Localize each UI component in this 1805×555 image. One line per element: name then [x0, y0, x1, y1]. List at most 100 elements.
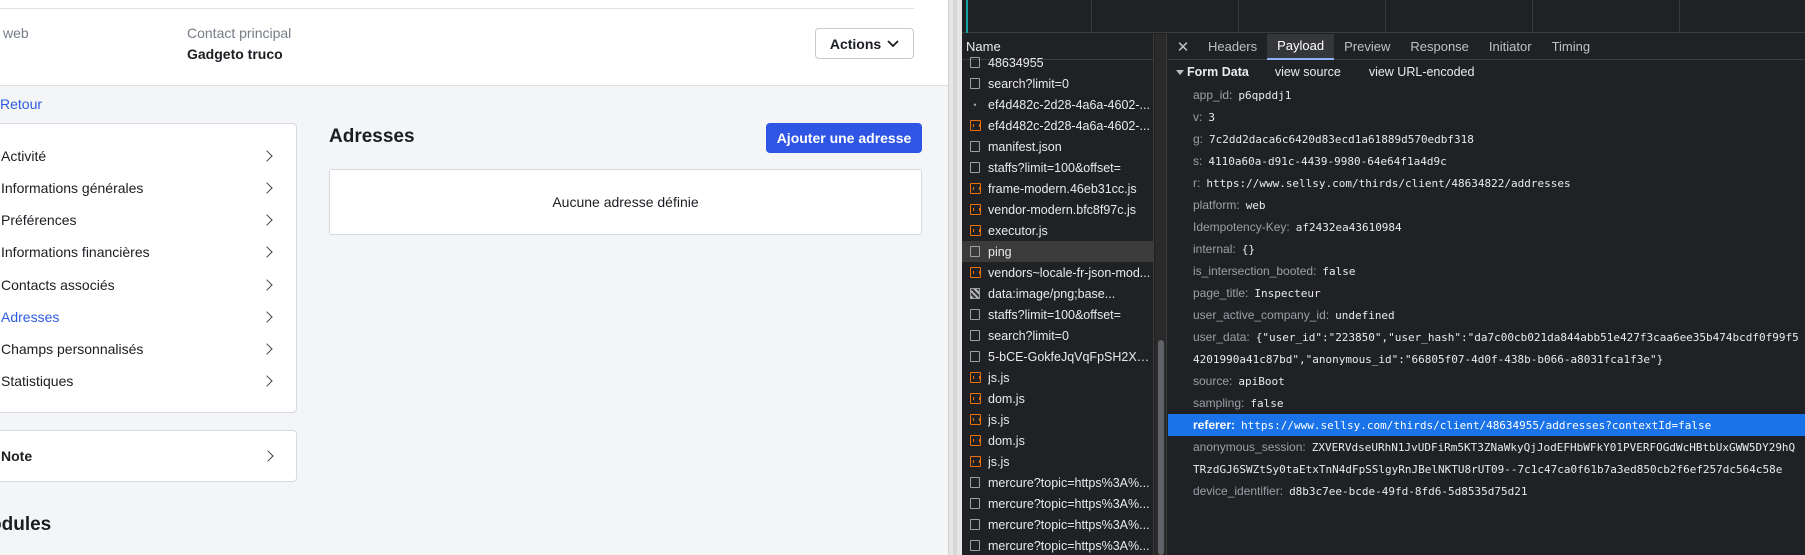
note-card[interactable]: Note	[0, 430, 297, 482]
form-data-key: page_title:	[1193, 286, 1249, 300]
request-row[interactable]: ping	[962, 241, 1153, 262]
request-row[interactable]: dom.js	[962, 430, 1153, 451]
request-row[interactable]: search?limit=0	[962, 325, 1153, 346]
document-icon	[970, 141, 980, 152]
close-icon[interactable]: ✕	[1168, 38, 1198, 56]
scrollbar-thumb[interactable]	[1158, 340, 1164, 555]
request-row[interactable]: mercure?topic=https%3A%...	[962, 493, 1153, 514]
form-data-row[interactable]: internal: {}	[1168, 238, 1805, 260]
form-data-row[interactable]: app_id: p6qpddj1	[1168, 84, 1805, 106]
menu-item-statistiques[interactable]: Statistiques	[1, 367, 291, 395]
form-data-value: 3	[1208, 110, 1215, 124]
form-data-key: anonymous_session:	[1193, 440, 1306, 454]
timeline-marker	[966, 0, 968, 33]
pane-resize-handle[interactable]	[948, 0, 962, 555]
request-name: data:image/png;base...	[988, 286, 1116, 301]
triangle-down-icon	[1176, 69, 1184, 75]
menu-item-informations-financieres[interactable]: Informations financières	[1, 238, 291, 266]
form-data-row[interactable]: referer: https://www.sellsy.com/thirds/cl…	[1168, 414, 1805, 436]
request-row[interactable]: mercure?topic=https%3A%...	[962, 535, 1153, 555]
tab-payload[interactable]: Payload	[1267, 34, 1335, 60]
network-timeline[interactable]	[962, 0, 1805, 33]
add-address-button[interactable]: Ajouter une adresse	[766, 123, 922, 153]
request-row[interactable]: staffs?limit=100&offset=	[962, 157, 1153, 178]
web-label: web	[3, 25, 29, 41]
form-data-row[interactable]: g: 7c2dd2daca6c6420d83ecd1a61889d570edbf3…	[1168, 128, 1805, 150]
form-data-header[interactable]: Form Data view source view URL-encoded	[1168, 60, 1805, 84]
request-list: Name 48634955 search?limit=0 • ef4d482c-2d2…	[962, 34, 1154, 555]
form-data-row[interactable]: device_identifier: d8b3c7ee-bcde-49fd-8fd…	[1168, 480, 1805, 502]
form-data-row[interactable]: anonymous_session: ZXVERVdseURhN1JvUDFiRm…	[1168, 436, 1805, 458]
addresses-empty-state: Aucune adresse définie	[329, 169, 922, 235]
document-icon	[970, 519, 980, 530]
request-row[interactable]: 5-bCE-GokfeJqVqFpSH2Xc...	[962, 346, 1153, 367]
tab-preview[interactable]: Preview	[1334, 34, 1400, 60]
request-row[interactable]: • ef4d482c-2d28-4a6a-4602-...	[962, 94, 1153, 115]
form-data-row[interactable]: source: apiBoot	[1168, 370, 1805, 392]
tab-headers[interactable]: Headers	[1198, 34, 1267, 60]
form-data-value: af2432ea43610984	[1295, 220, 1402, 234]
actions-dropdown-button[interactable]: Actions	[815, 28, 914, 59]
contact-value[interactable]: Gadgeto truco	[187, 46, 283, 62]
menu-item-label: Statistiques	[1, 373, 74, 389]
request-list-scrollbar[interactable]	[1155, 34, 1167, 555]
form-data-row[interactable]: page_title: Inspecteur	[1168, 282, 1805, 304]
form-data-row[interactable]: sampling: false	[1168, 392, 1805, 414]
request-row[interactable]: mercure?topic=https%3A%...	[962, 472, 1153, 493]
menu-item-activite[interactable]: Activité	[1, 142, 291, 170]
request-row[interactable]: ef4d482c-2d28-4a6a-4602-...	[962, 115, 1153, 136]
request-row[interactable]: js.js	[962, 367, 1153, 388]
request-row[interactable]: staffs?limit=100&offset=	[962, 304, 1153, 325]
back-link[interactable]: Retour	[0, 96, 42, 112]
request-row[interactable]: 48634955	[962, 52, 1153, 73]
request-row[interactable]: vendor-modern.bfc8f97c.js	[962, 199, 1153, 220]
menu-item-champs-personnalises[interactable]: Champs personnalisés	[1, 335, 291, 363]
request-row[interactable]: executor.js	[962, 220, 1153, 241]
menu-item-preferences[interactable]: Préférences	[1, 206, 291, 234]
request-row[interactable]: search?limit=0	[962, 73, 1153, 94]
chevron-right-icon	[261, 246, 273, 258]
form-data-row[interactable]: TRzdGJ6SWZtSy0taEtxTnN4dFpSSlgyRnJBelNKT…	[1168, 458, 1805, 480]
form-data-row[interactable]: s: 4110a60a-d91c-4439-9980-64e64f1a4d9c	[1168, 150, 1805, 172]
form-data-row[interactable]: 4201990a41c87bd","anonymous_id":"66805f0…	[1168, 348, 1805, 370]
request-name: staffs?limit=100&offset=	[988, 307, 1121, 322]
form-data-row[interactable]: r: https://www.sellsy.com/thirds/client/4…	[1168, 172, 1805, 194]
request-detail: ✕ Headers Payload Preview Response Initi…	[1168, 34, 1805, 555]
form-data-key: sampling:	[1193, 396, 1245, 410]
form-data-value: Inspecteur	[1254, 286, 1321, 300]
menu-item-label: Informations générales	[1, 180, 144, 196]
menu-item-contacts-associes[interactable]: Contacts associés	[1, 271, 291, 299]
form-data-row[interactable]: Idempotency-Key: af2432ea43610984	[1168, 216, 1805, 238]
menu-item-adresses[interactable]: Adresses	[1, 303, 291, 331]
view-url-encoded-link[interactable]: view URL-encoded	[1369, 65, 1475, 79]
document-icon	[970, 498, 980, 509]
request-name: ef4d482c-2d28-4a6a-4602-...	[988, 118, 1150, 133]
tab-timing[interactable]: Timing	[1542, 34, 1601, 60]
form-data-key: platform:	[1193, 198, 1240, 212]
request-row[interactable]: dom.js	[962, 388, 1153, 409]
request-name: search?limit=0	[988, 328, 1069, 343]
document-icon	[970, 162, 980, 173]
request-row[interactable]: frame-modern.46eb31cc.js	[962, 178, 1153, 199]
actions-label: Actions	[829, 35, 882, 52]
view-source-link[interactable]: view source	[1275, 65, 1341, 79]
form-data-row[interactable]: v: 3	[1168, 106, 1805, 128]
chevron-right-icon	[262, 450, 274, 462]
form-data-row[interactable]: user_data: {"user_id":"223850","user_hash…	[1168, 326, 1805, 348]
menu-item-informations-generales[interactable]: Informations générales	[1, 174, 291, 202]
request-row[interactable]: mercure?topic=https%3A%...	[962, 514, 1153, 535]
script-icon	[970, 435, 981, 446]
request-row[interactable]: manifest.json	[962, 136, 1153, 157]
request-row[interactable]: vendors~locale-fr-json-mod...	[962, 262, 1153, 283]
request-row[interactable]: data:image/png;base...	[962, 283, 1153, 304]
form-data-row[interactable]: is_intersection_booted: false	[1168, 260, 1805, 282]
request-row[interactable]: js.js	[962, 409, 1153, 430]
form-data-row[interactable]: platform: web	[1168, 194, 1805, 216]
tab-initiator[interactable]: Initiator	[1479, 34, 1542, 60]
section-menu: Activité Informations générales Préféren…	[0, 123, 297, 413]
timeline-tick	[1532, 0, 1533, 33]
form-data-row[interactable]: user_active_company_id: undefined	[1168, 304, 1805, 326]
form-data-value: web	[1245, 198, 1266, 212]
request-row[interactable]: js.js	[962, 451, 1153, 472]
tab-response[interactable]: Response	[1400, 34, 1479, 60]
